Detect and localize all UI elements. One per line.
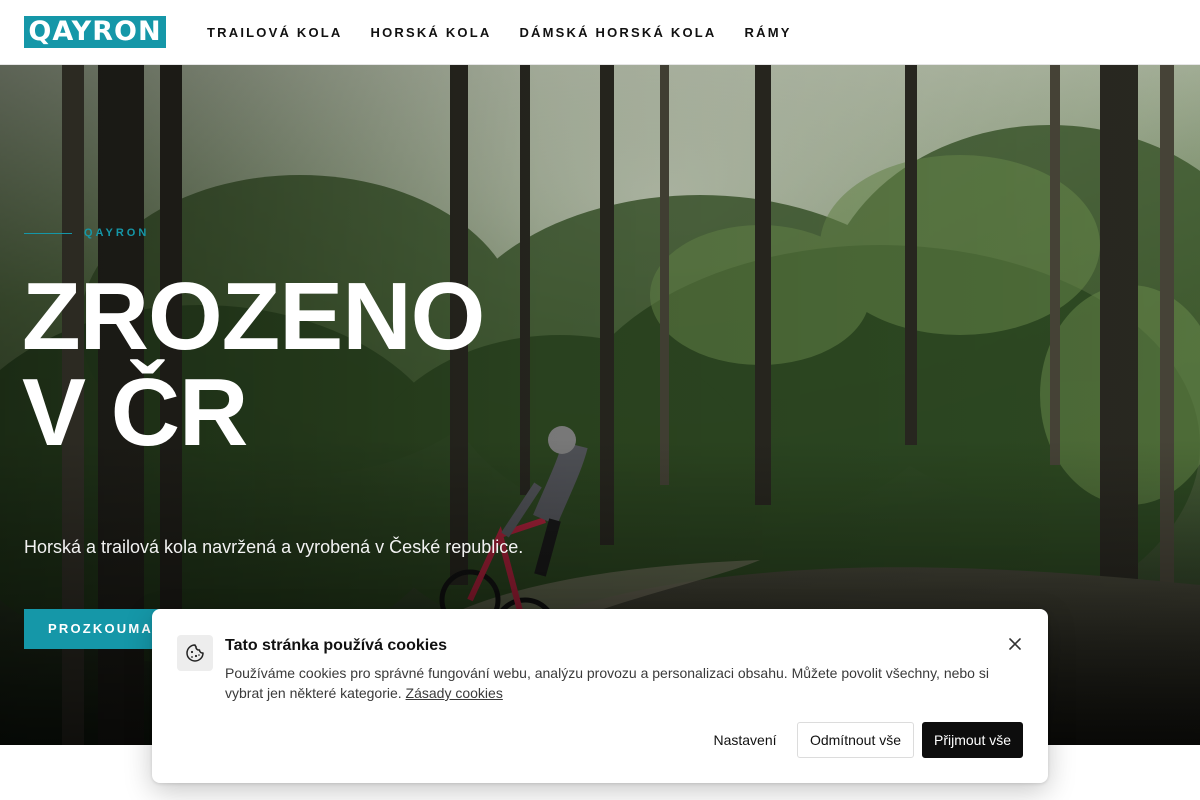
cookie-banner-title: Tato stránka používá cookies <box>225 637 447 654</box>
cookie-settings-button[interactable]: Nastavení <box>702 722 788 758</box>
hero-title: ZROZENO V ČR <box>22 263 485 466</box>
cookie-icon <box>177 635 213 671</box>
hero-title-line-2: V ČR <box>22 359 248 466</box>
site-header: QAYRON TRAILOVÁ KOLA HORSKÁ KOLA DÁMSKÁ … <box>0 0 1200 65</box>
brand-logo-text: QAYRON <box>28 16 162 47</box>
hero-eyebrow: QAYRON <box>24 227 149 239</box>
nav-item-mountain-bikes[interactable]: HORSKÁ KOLA <box>370 25 491 40</box>
main-nav: TRAILOVÁ KOLA HORSKÁ KOLA DÁMSKÁ HORSKÁ … <box>207 0 820 64</box>
nav-item-womens-mountain-bikes[interactable]: DÁMSKÁ HORSKÁ KOLA <box>519 25 716 40</box>
nav-item-frames[interactable]: RÁMY <box>745 25 792 40</box>
nav-item-trail-bikes[interactable]: TRAILOVÁ KOLA <box>207 25 342 40</box>
close-icon[interactable] <box>1004 633 1026 655</box>
cookie-policy-link[interactable]: Zásady cookies <box>406 685 503 701</box>
hero-title-line-1: ZROZENO <box>22 263 485 370</box>
brand-logo[interactable]: QAYRON <box>24 16 166 48</box>
eyebrow-text: QAYRON <box>84 227 150 239</box>
hero-subtitle: Horská a trailová kola navržená a vyrobe… <box>24 537 524 557</box>
cookie-banner-description: Používáme cookies pro správné fungování … <box>225 665 989 701</box>
cookie-banner-text: Používáme cookies pro správné fungování … <box>225 663 1015 703</box>
cookie-banner: Tato stránka používá cookies Používáme c… <box>152 609 1048 783</box>
accept-all-button[interactable]: Přijmout vše <box>922 722 1023 758</box>
reject-all-button[interactable]: Odmítnout vše <box>797 722 914 758</box>
eyebrow-line <box>24 232 72 234</box>
